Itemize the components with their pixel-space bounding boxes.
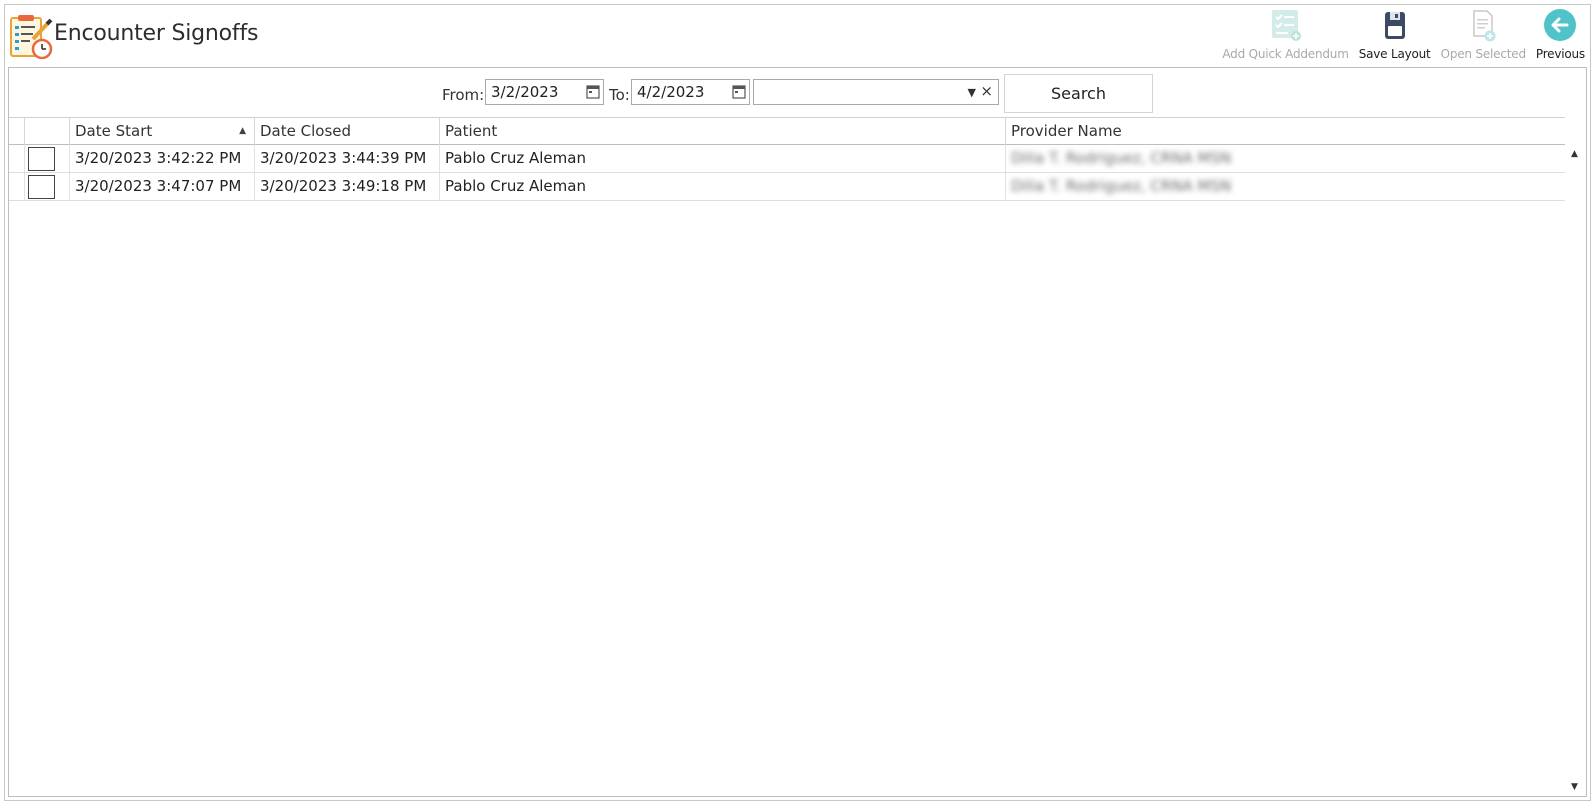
document-plus-icon — [1465, 7, 1501, 43]
date-start-cell: 3/20/2023 3:42:22 PM — [70, 145, 255, 172]
table-row[interactable]: 3/20/2023 3:47:07 PM 3/20/2023 3:49:18 P… — [9, 173, 1565, 201]
calendar-icon[interactable] — [586, 84, 600, 99]
filter-bar: From: 3/2/2023 To: 4/2/2023 ▼ × Search — [9, 68, 1586, 117]
row-indicator — [9, 173, 25, 200]
scroll-up-icon[interactable]: ▲ — [1571, 149, 1578, 159]
page-header: Encounter Signoffs Add Quick Addendum Sa… — [5, 5, 1590, 67]
provider-name-cell: Dilia T. Rodriguez, CRNA MSN — [1011, 177, 1232, 195]
patient-cell: Pablo Cruz Aleman — [440, 173, 1006, 200]
save-layout-label: Save Layout — [1358, 47, 1431, 61]
open-selected-label: Open Selected — [1440, 47, 1526, 61]
row-indicator — [9, 145, 25, 172]
column-header-patient[interactable]: Patient — [440, 118, 1006, 145]
from-label: From: — [442, 86, 485, 104]
row-indicator-header — [9, 118, 25, 145]
toolbar: Add Quick Addendum Save Layout Open Sele… — [1217, 7, 1590, 65]
row-select-checkbox[interactable] — [28, 175, 55, 199]
column-header-provider-name-label: Provider Name — [1011, 122, 1122, 140]
column-header-patient-label: Patient — [445, 122, 498, 140]
chevron-down-icon[interactable]: ▼ — [968, 86, 976, 99]
provider-combo[interactable]: ▼ × — [753, 79, 999, 105]
calendar-icon[interactable] — [732, 84, 746, 99]
to-date-value: 4/2/2023 — [637, 83, 705, 101]
previous-button[interactable]: Previous — [1531, 7, 1590, 65]
to-date-input[interactable]: 4/2/2023 — [631, 79, 750, 105]
checklist-plus-icon — [1268, 7, 1304, 43]
grid-header: Date Start ▲ Date Closed Patient Provide… — [9, 117, 1565, 145]
column-header-date-start-label: Date Start — [75, 122, 153, 140]
floppy-disk-icon — [1377, 7, 1413, 43]
provider-name-cell: Dilia T. Rodriguez, CRNA MSN — [1011, 149, 1232, 167]
select-column-header[interactable] — [25, 118, 70, 145]
date-closed-cell: 3/20/2023 3:49:18 PM — [255, 173, 440, 200]
encounters-grid: Date Start ▲ Date Closed Patient Provide… — [9, 117, 1586, 796]
column-header-date-closed[interactable]: Date Closed — [255, 118, 440, 145]
clear-icon[interactable]: × — [980, 82, 993, 100]
date-closed-cell: 3/20/2023 3:44:39 PM — [255, 145, 440, 172]
arrow-left-circle-icon — [1542, 7, 1578, 43]
date-start-cell: 3/20/2023 3:47:07 PM — [70, 173, 255, 200]
table-row[interactable]: 3/20/2023 3:42:22 PM 3/20/2023 3:44:39 P… — [9, 145, 1565, 173]
patient-cell: Pablo Cruz Aleman — [440, 145, 1006, 172]
row-select-checkbox[interactable] — [28, 147, 55, 171]
main-content: From: 3/2/2023 To: 4/2/2023 ▼ × Search D… — [8, 67, 1587, 797]
select-cell — [25, 145, 70, 172]
column-header-provider-name[interactable]: Provider Name — [1006, 118, 1565, 145]
column-header-date-start[interactable]: Date Start ▲ — [70, 118, 255, 145]
open-selected-button[interactable]: Open Selected — [1436, 7, 1531, 65]
page-title: Encounter Signoffs — [54, 21, 259, 46]
app-window: Encounter Signoffs Add Quick Addendum Sa… — [4, 4, 1591, 801]
clipboard-clock-icon — [9, 13, 53, 60]
previous-label: Previous — [1535, 47, 1585, 61]
to-label: To: — [609, 86, 630, 104]
select-cell — [25, 173, 70, 200]
add-quick-addendum-label: Add Quick Addendum — [1222, 47, 1349, 61]
scroll-down-icon[interactable]: ▼ — [1571, 782, 1578, 792]
from-date-value: 3/2/2023 — [491, 83, 559, 101]
column-header-date-closed-label: Date Closed — [260, 122, 352, 140]
add-quick-addendum-button[interactable]: Add Quick Addendum — [1217, 7, 1353, 65]
from-date-input[interactable]: 3/2/2023 — [485, 79, 604, 105]
search-button[interactable]: Search — [1004, 74, 1153, 113]
vertical-scrollbar[interactable]: ▲ ▼ — [1567, 145, 1586, 796]
sort-ascending-icon: ▲ — [239, 126, 246, 136]
save-layout-button[interactable]: Save Layout — [1354, 7, 1436, 65]
